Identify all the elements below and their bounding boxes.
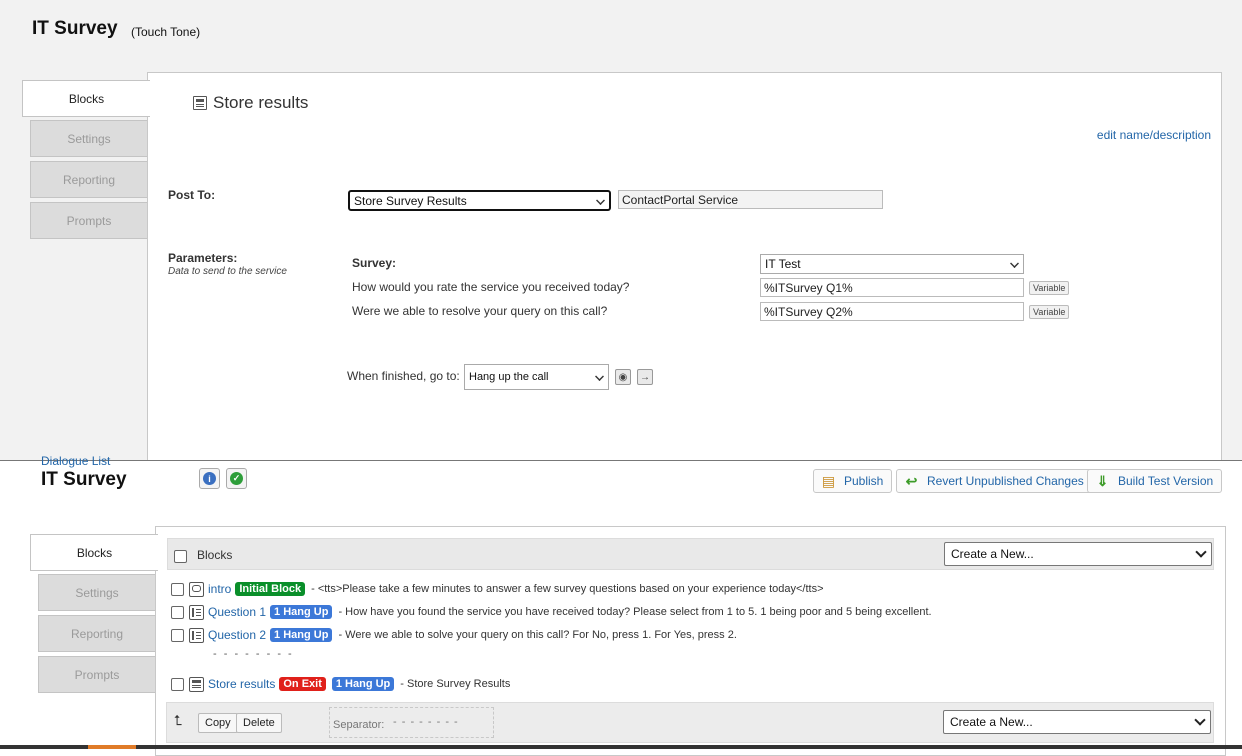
survey-select[interactable]: IT Test (760, 254, 1024, 274)
tab-blocks-bottom[interactable]: Blocks (30, 534, 158, 571)
create-new-label-top: Create a New... (951, 547, 1034, 561)
finish-value: Hang up the call (469, 371, 549, 383)
separator-box[interactable]: Separator: - - - - - - - - (329, 707, 494, 738)
row-checkbox[interactable] (171, 628, 184, 642)
variable-button-2[interactable]: Variable (1029, 305, 1070, 319)
variable-button-1[interactable]: Variable (1029, 281, 1070, 295)
tab-settings[interactable]: Settings (30, 120, 148, 157)
hang-up-badge: 1 Hang Up (331, 677, 395, 691)
create-new-select-bottom[interactable]: Create a New... (943, 710, 1211, 734)
tab-prompts-bottom[interactable]: Prompts (38, 656, 156, 693)
separator-value: - - - - - - - - (393, 716, 459, 728)
finish-label: When finished, go to: (347, 369, 460, 383)
goto-arrow-icon[interactable]: → (637, 369, 653, 385)
dialogue-title: IT Survey (41, 469, 127, 490)
publish-icon: ▤ (821, 472, 836, 489)
publish-label: Publish (844, 474, 884, 488)
taskbar-strip (0, 745, 1242, 749)
param-value-1[interactable]: %ITSurvey Q1% (760, 278, 1024, 297)
top-window: IT Survey (Touch Tone) Blocks Settings R… (0, 0, 1242, 461)
list-header: Blocks Create a New... (167, 538, 1214, 570)
param-question-2: Were we able to resolve your query on th… (352, 304, 608, 318)
chevron-down-icon (1010, 259, 1019, 268)
store-block-icon (193, 96, 207, 110)
edit-name-link[interactable]: edit name/description (1097, 128, 1211, 142)
list-footer: ⮤ Copy Delete Separator: - - - - - - - -… (166, 702, 1214, 743)
block-description: - <tts>Please take a few minutes to answ… (311, 583, 824, 595)
info-icon: i (203, 472, 216, 485)
revert-button[interactable]: ↩ Revert Unpublished Changes (896, 469, 1093, 493)
up-arrow-icon: ⮤ (174, 712, 183, 728)
block-link-question-1[interactable]: Question 1 (208, 605, 266, 619)
publish-button[interactable]: ▤ Publish (813, 469, 893, 493)
list-item: intro Initial Block - <tts>Please take a… (171, 580, 824, 598)
hang-up-badge: 1 Hang Up (270, 628, 333, 642)
block-link-intro[interactable]: intro (208, 582, 231, 596)
chevron-down-icon (1195, 546, 1207, 558)
copy-button[interactable]: Copy (198, 713, 238, 733)
initial-block-badge: Initial Block (235, 582, 306, 596)
parameters-label: Parameters: (168, 251, 238, 265)
check-icon: ✓ (230, 472, 243, 485)
chevron-down-icon (1194, 714, 1206, 726)
store-block-icon (189, 676, 204, 692)
page-subtitle: (Touch Tone) (131, 25, 201, 39)
speech-block-icon (189, 581, 204, 597)
param-question-1: How would you rate the service you recei… (352, 280, 630, 294)
info-button[interactable]: i (199, 468, 220, 489)
create-new-label-bottom: Create a New... (950, 715, 1033, 729)
tab-reporting[interactable]: Reporting (30, 161, 148, 198)
chevron-down-icon (596, 196, 605, 205)
block-description: - Were we able to solve your query on th… (338, 629, 737, 641)
tab-blocks[interactable]: Blocks (22, 80, 150, 117)
separator-label: Separator: (333, 719, 385, 731)
tab-prompts[interactable]: Prompts (30, 202, 148, 239)
hang-up-badge: 1 Hang Up (270, 605, 333, 619)
menu-block-icon (189, 627, 204, 643)
build-download-icon: ⇓ (1096, 472, 1109, 489)
view-block-icon[interactable]: ◉ (615, 369, 631, 385)
list-item: Question 1 1 Hang Up - How have you foun… (171, 603, 932, 621)
row-checkbox[interactable] (171, 582, 184, 596)
list-item: Store results On Exit 1 Hang Up - Store … (171, 675, 510, 693)
row-checkbox[interactable] (171, 677, 184, 691)
tab-reporting-bottom[interactable]: Reporting (38, 615, 156, 652)
create-new-select-top[interactable]: Create a New... (944, 542, 1212, 566)
param-value-2[interactable]: %ITSurvey Q2% (760, 302, 1024, 321)
list-header-title: Blocks (197, 548, 233, 562)
block-link-store-results[interactable]: Store results (208, 677, 275, 691)
block-link-question-2[interactable]: Question 2 (208, 628, 266, 642)
dialogue-list-link[interactable]: Dialogue List (41, 454, 110, 468)
on-exit-badge: On Exit (279, 677, 326, 691)
list-item: Question 2 1 Hang Up - Were we able to s… (171, 626, 737, 644)
separator-line: - - - - - - - - (213, 648, 294, 660)
caret-down-icon (595, 372, 604, 381)
block-title-text: Store results (213, 93, 309, 112)
service-field: ContactPortal Service (618, 190, 883, 209)
undo-arrow-icon: ↩ (905, 472, 918, 489)
finish-select[interactable]: Hang up the call (464, 364, 609, 390)
post-to-label: Post To: (168, 188, 216, 202)
block-description: - How have you found the service you hav… (338, 606, 932, 618)
menu-block-icon (189, 604, 204, 620)
build-label: Build Test Version (1118, 474, 1214, 488)
block-description: - Store Survey Results (400, 678, 511, 690)
block-title: Store results (193, 93, 308, 113)
block-editor-panel: Store results edit name/description Post… (147, 72, 1222, 460)
tab-settings-bottom[interactable]: Settings (38, 574, 156, 611)
post-to-value: Store Survey Results (354, 194, 467, 208)
parameters-hint: Data to send to the service (168, 266, 287, 277)
revert-label: Revert Unpublished Changes (927, 474, 1084, 488)
delete-button[interactable]: Delete (236, 713, 282, 733)
post-to-select[interactable]: Store Survey Results (348, 190, 611, 211)
row-checkbox[interactable] (171, 605, 184, 619)
taskbar-highlight (88, 745, 136, 749)
build-test-button[interactable]: ⇓ Build Test Version (1087, 469, 1223, 493)
survey-label: Survey: (352, 256, 397, 270)
validate-button[interactable]: ✓ (226, 468, 247, 489)
survey-value: IT Test (765, 257, 801, 271)
page-title: IT Survey (32, 18, 118, 39)
select-all-checkbox[interactable] (174, 550, 187, 563)
